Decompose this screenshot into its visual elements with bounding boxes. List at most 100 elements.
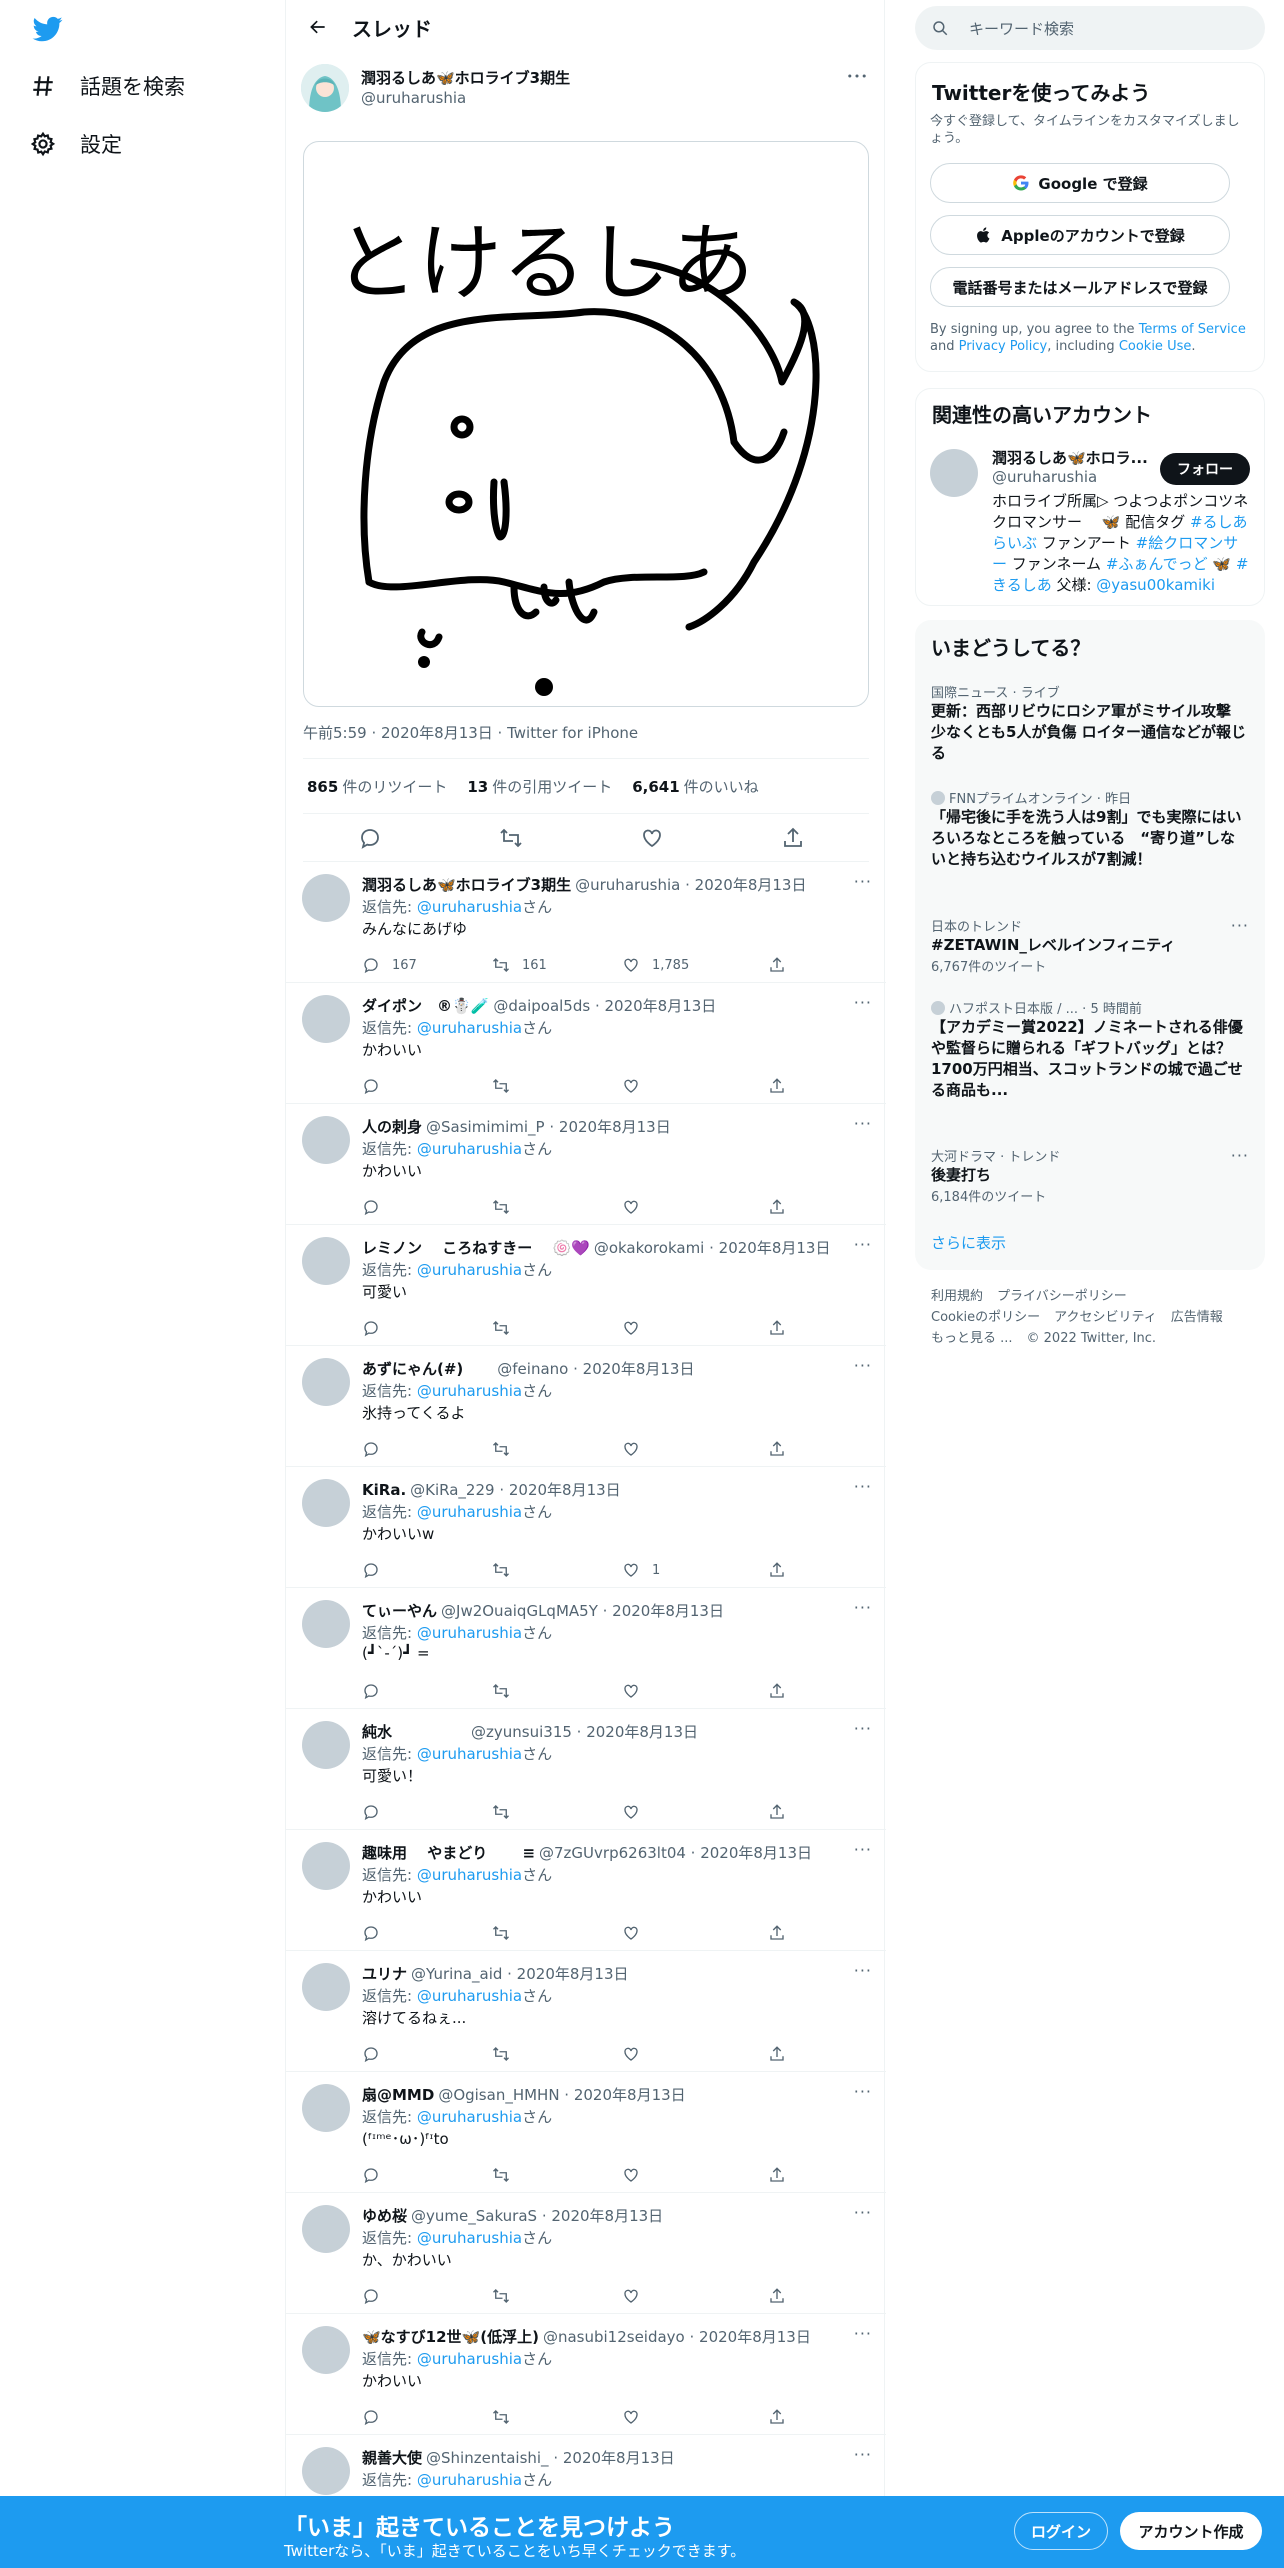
author-name[interactable]: 潤羽るしあ🦋ホロライブ3期生: [361, 67, 570, 88]
reply-author-name[interactable]: 扇@MMD: [362, 2086, 434, 2104]
reply-more-icon[interactable]: ···: [854, 2203, 872, 2222]
reply-share-button[interactable]: [768, 1077, 798, 1095]
reply-avatar[interactable]: [302, 2084, 350, 2132]
reply-author-handle[interactable]: @yume_SakuraS · 2020年8月13日: [411, 2207, 663, 2225]
reply-author-name[interactable]: てぃーやん: [362, 1602, 437, 1620]
reply-avatar[interactable]: [302, 874, 350, 922]
reply-avatar[interactable]: [302, 1479, 350, 1527]
reply-more-icon[interactable]: ···: [854, 1114, 872, 1133]
back-arrow-icon[interactable]: [300, 9, 336, 45]
reply-avatar[interactable]: [302, 1842, 350, 1890]
reply-to-mention[interactable]: @uruharushia: [417, 1987, 522, 2005]
reply-to-mention[interactable]: @uruharushia: [417, 1503, 522, 1521]
author-handle[interactable]: @uruharushia: [361, 89, 466, 107]
reply-reply-button[interactable]: [362, 1440, 392, 1458]
footer-terms-link[interactable]: 利用規約: [931, 1289, 983, 1304]
reply-like-button[interactable]: 1,785: [622, 956, 689, 974]
reply-more-icon[interactable]: ···: [854, 1477, 872, 1496]
privacy-link[interactable]: Privacy Policy: [959, 339, 1048, 354]
reply-tweet[interactable]: てぃーやん @Jw2OuaiqGLqMA5Y · 2020年8月13日 ··· 返信先…: [286, 1588, 886, 1709]
reply-avatar[interactable]: [302, 1963, 350, 2011]
google-signup-button[interactable]: Google で登録: [930, 163, 1230, 203]
reply-more-icon[interactable]: ···: [854, 993, 872, 1012]
reply-author-handle[interactable]: @nasubi12seidayo · 2020年8月13日: [543, 2328, 811, 2346]
reply-author-name[interactable]: 潤羽るしあ🦋ホロライブ3期生: [362, 876, 571, 894]
reply-avatar[interactable]: [302, 1116, 350, 1164]
reply-author-name[interactable]: 親善大使: [362, 2449, 422, 2467]
show-more-link[interactable]: さらに表示: [931, 1232, 1006, 1253]
reply-reply-button[interactable]: [362, 1803, 392, 1821]
nav-explore[interactable]: 話題を検索: [30, 64, 185, 108]
reply-reply-button[interactable]: [362, 2045, 392, 2063]
reply-avatar[interactable]: [302, 1237, 350, 1285]
trend-item[interactable]: 国際ニュース · ライブ 更新：西部リビウにロシア軍がミサイル攻撃 少なくとも5…: [931, 682, 1249, 764]
reply-retweet-button[interactable]: 161: [492, 956, 547, 974]
reply-avatar[interactable]: [302, 995, 350, 1043]
reply-author-name[interactable]: ユリナ: [362, 1965, 407, 1983]
reply-author-handle[interactable]: @KiRa_229 · 2020年8月13日: [410, 1481, 621, 1499]
reply-reply-button[interactable]: [362, 1198, 392, 1216]
reply-avatar[interactable]: [302, 1358, 350, 1406]
reply-like-button[interactable]: [622, 1319, 652, 1337]
reply-author-handle[interactable]: @okakorokami · 2020年8月13日: [594, 1239, 831, 1257]
reply-share-button[interactable]: [768, 1803, 798, 1821]
reply-to-mention[interactable]: @uruharushia: [417, 1624, 522, 1642]
reply-tweet[interactable]: あずにゃん(#) @feinano · 2020年8月13日 ··· 返信先: @u…: [286, 1346, 886, 1467]
reply-retweet-button[interactable]: [492, 2287, 522, 2305]
reply-tweet[interactable]: 潤羽るしあ🦋ホロライブ3期生 @uruharushia · 2020年8月13日 ·…: [286, 862, 886, 983]
reply-author-handle[interactable]: @7zGUvrp6263lt04 · 2020年8月13日: [539, 1844, 812, 1862]
reply-retweet-button[interactable]: [492, 1803, 522, 1821]
related-avatar[interactable]: [930, 449, 978, 497]
phone-email-signup-button[interactable]: 電話番号またはメールアドレスで登録: [930, 267, 1230, 307]
reply-retweet-button[interactable]: [492, 2408, 522, 2426]
reply-share-button[interactable]: [768, 1319, 798, 1337]
quotes-stat[interactable]: 13 件の引用ツイート: [467, 776, 612, 797]
reply-author-handle[interactable]: @zyunsui315 · 2020年8月13日: [396, 1723, 698, 1741]
reply-like-button[interactable]: [622, 1440, 652, 1458]
reply-tweet[interactable]: ゆめ桜 @yume_SakuraS · 2020年8月13日 ··· 返信先: @ur…: [286, 2193, 886, 2314]
trend-more-icon[interactable]: ···: [1231, 1146, 1249, 1165]
reply-avatar[interactable]: [302, 1721, 350, 1769]
reply-retweet-button[interactable]: [492, 2045, 522, 2063]
reply-like-button[interactable]: [622, 2045, 652, 2063]
footer-cookie-link[interactable]: Cookieのポリシー: [931, 1310, 1040, 1325]
reply-author-name[interactable]: レミノン ころねすきー 🍥💜: [362, 1239, 590, 1257]
follow-button[interactable]: フォロー: [1160, 453, 1250, 485]
reply-reply-button[interactable]: [362, 1319, 392, 1337]
reply-to-mention[interactable]: @uruharushia: [417, 1745, 522, 1763]
reply-icon[interactable]: [358, 826, 382, 850]
reply-to-mention[interactable]: @uruharushia: [417, 1382, 522, 1400]
trend-item[interactable]: 日本のトレンド #ZETAWIN_レベルインフィニティ 6,767件のツイート …: [931, 916, 1249, 975]
search-bar[interactable]: キーワード検索: [915, 6, 1265, 50]
reply-to-mention[interactable]: @uruharushia: [417, 2108, 522, 2126]
reply-to-mention[interactable]: @uruharushia: [417, 1140, 522, 1158]
retweet-icon[interactable]: [499, 826, 523, 850]
related-handle[interactable]: @uruharushia: [992, 468, 1097, 486]
reply-tweet[interactable]: 扇@MMD @Ogisan_HMHN · 2020年8月13日 ··· 返信先: @u…: [286, 2072, 886, 2193]
reply-more-icon[interactable]: ···: [854, 872, 872, 891]
reply-to-mention[interactable]: @uruharushia: [417, 898, 522, 916]
reply-reply-button[interactable]: [362, 1561, 392, 1579]
reply-to-mention[interactable]: @uruharushia: [417, 2471, 522, 2489]
login-button[interactable]: ログイン: [1014, 2512, 1108, 2550]
reply-author-handle[interactable]: @Sasimimimi_P · 2020年8月13日: [426, 1118, 671, 1136]
reply-more-icon[interactable]: ···: [854, 1356, 872, 1375]
footer-more-link[interactable]: もっと見る ...: [931, 1331, 1013, 1346]
footer-ads-link[interactable]: 広告情報: [1171, 1310, 1223, 1325]
reply-avatar[interactable]: [302, 2447, 350, 2495]
reply-to-mention[interactable]: @uruharushia: [417, 2229, 522, 2247]
reply-retweet-button[interactable]: [492, 1319, 522, 1337]
reply-author-name[interactable]: ダイポン ®☃️🧪: [362, 997, 489, 1015]
reply-share-button[interactable]: [768, 2045, 798, 2063]
reply-retweet-button[interactable]: [492, 2166, 522, 2184]
reply-tweet[interactable]: KiRa. @KiRa_229 · 2020年8月13日 ··· 返信先: @uruh…: [286, 1467, 886, 1588]
share-icon[interactable]: [781, 826, 805, 850]
reply-reply-button[interactable]: [362, 2287, 392, 2305]
reply-share-button[interactable]: [768, 956, 798, 974]
reply-author-handle[interactable]: @uruharushia · 2020年8月13日: [575, 876, 806, 894]
reply-reply-button[interactable]: 167: [362, 956, 417, 974]
reply-reply-button[interactable]: [362, 1077, 392, 1095]
reply-tweet[interactable]: 純水 @zyunsui315 · 2020年8月13日 ··· 返信先: @uruh…: [286, 1709, 886, 1830]
reply-more-icon[interactable]: ···: [854, 2082, 872, 2101]
reply-author-name[interactable]: 🦋なすび12世🦋(低浮上): [362, 2328, 539, 2346]
